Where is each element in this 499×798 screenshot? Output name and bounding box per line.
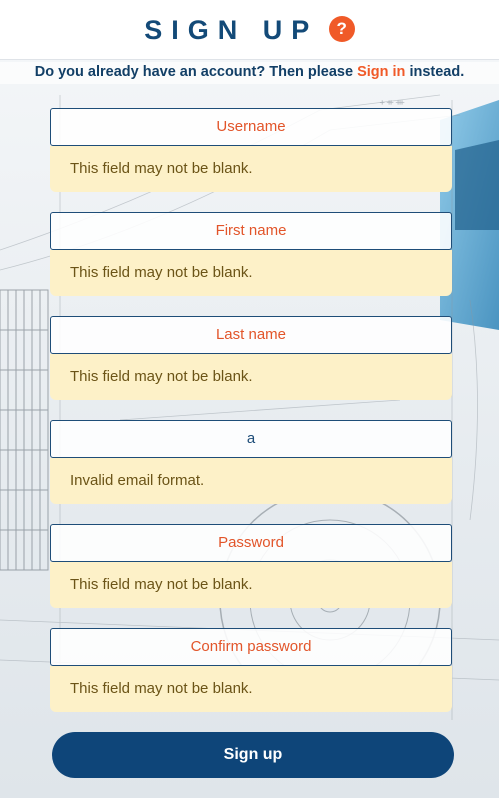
first-name-input[interactable]: First name xyxy=(50,212,452,250)
password-input[interactable]: Password xyxy=(50,524,452,562)
signin-link[interactable]: Sign in xyxy=(357,64,405,80)
title-row: SIGN UP ? xyxy=(0,15,499,46)
email-error: Invalid email format. xyxy=(50,458,452,504)
svg-text:ᚐ ᚑ ᚒ: ᚐ ᚑ ᚒ xyxy=(379,97,405,107)
signin-prompt-text-after: instead. xyxy=(405,64,465,80)
email-input[interactable]: a xyxy=(50,420,452,458)
last-name-input[interactable]: Last name xyxy=(50,316,452,354)
signin-prompt-text-before: Do you already have an account? Then ple… xyxy=(34,64,358,80)
confirm-password-input[interactable]: Confirm password xyxy=(50,628,452,666)
page-title: SIGN UP xyxy=(144,15,319,45)
confirm-password-error: This field may not be blank. xyxy=(50,666,452,712)
help-icon[interactable]: ? xyxy=(328,15,355,42)
sign-up-button[interactable]: Sign up xyxy=(52,732,454,778)
signin-prompt: Do you already have an account? Then ple… xyxy=(0,62,499,84)
username-input[interactable]: Username xyxy=(50,108,452,146)
page-header: SIGN UP ? xyxy=(0,0,499,60)
first-name-error: This field may not be blank. xyxy=(50,250,452,296)
last-name-error: This field may not be blank. xyxy=(50,354,452,400)
password-error: This field may not be blank. xyxy=(50,562,452,608)
username-error: This field may not be blank. xyxy=(50,146,452,192)
